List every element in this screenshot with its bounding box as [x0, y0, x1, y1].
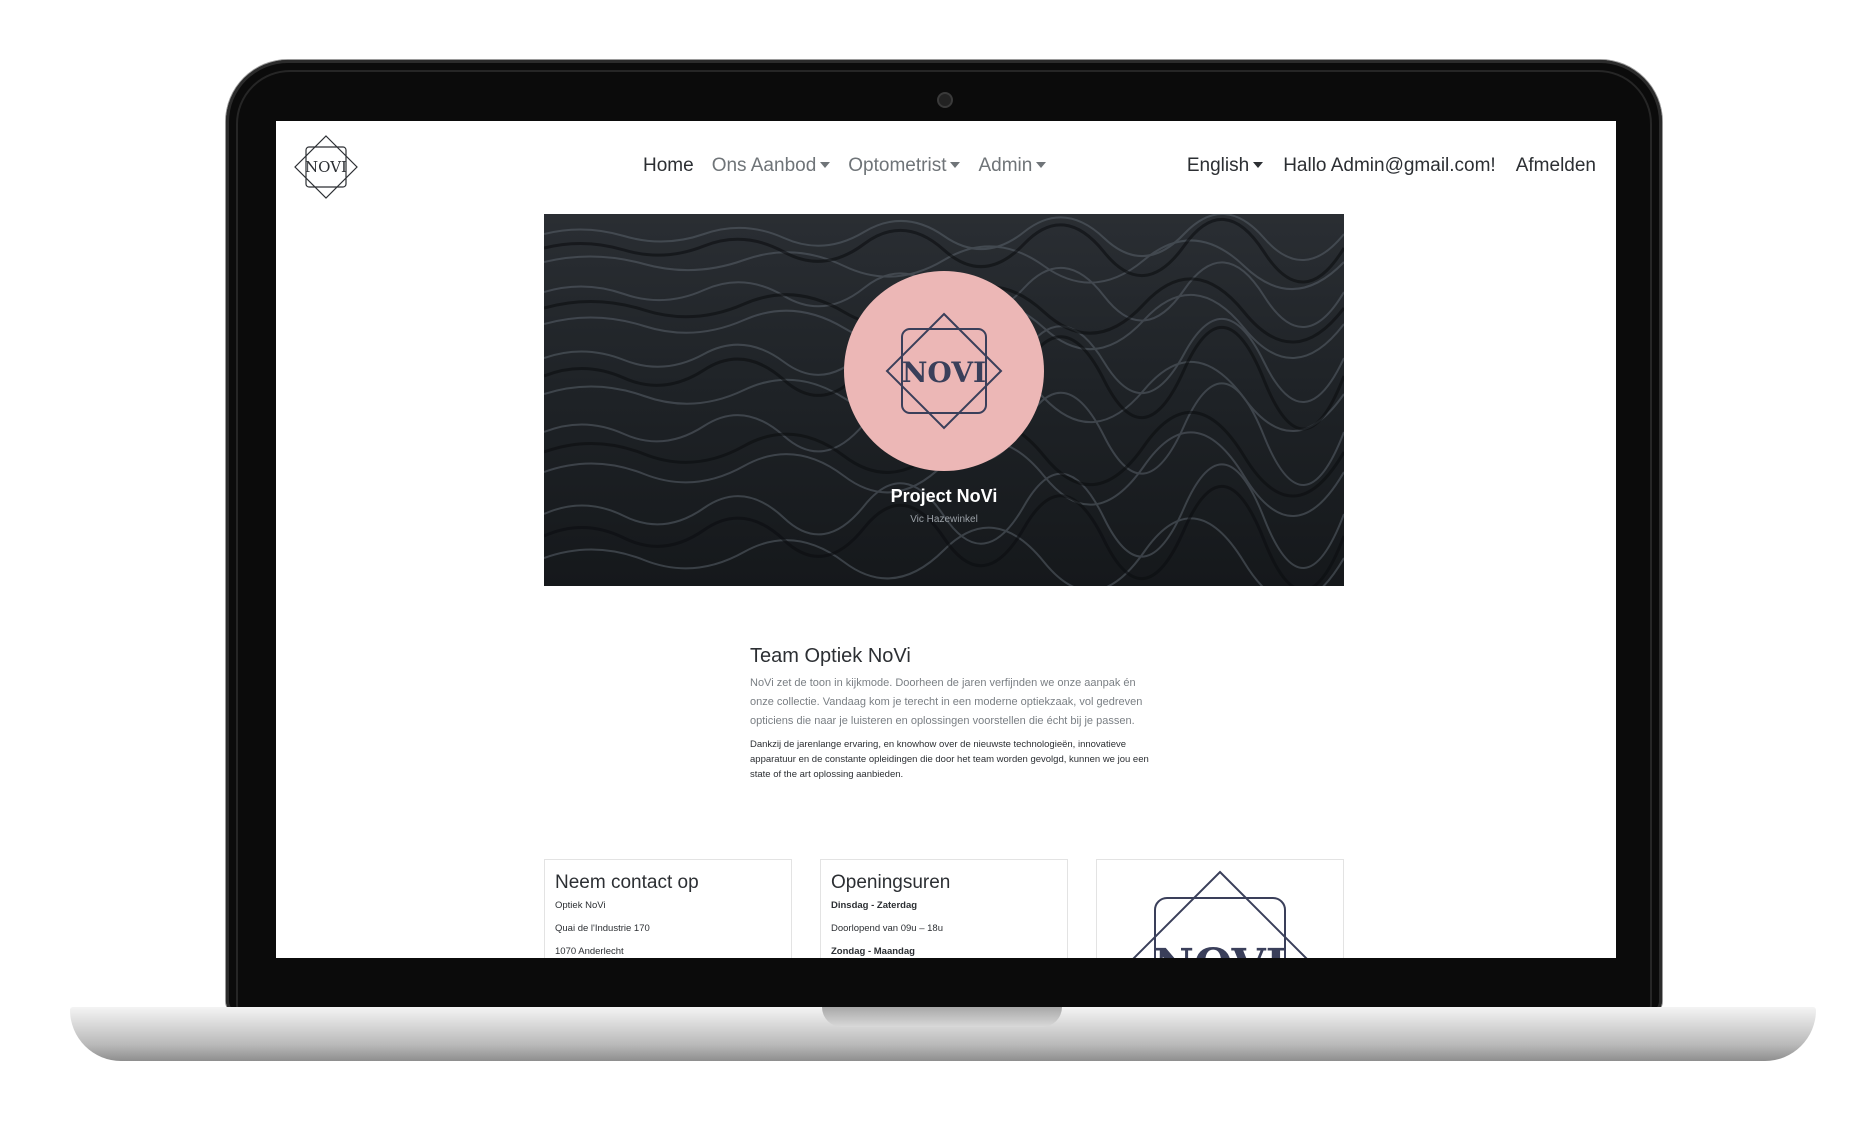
- webcam-icon: [937, 92, 953, 108]
- contact-name: Optiek NoVi: [555, 900, 606, 911]
- hero-logo-text: NOVI: [902, 356, 986, 389]
- hours-days-2: Zondag - Maandag: [831, 946, 915, 957]
- about-paragraph-2: Dankzij de jarenlange ervaring, en knowh…: [750, 739, 1149, 780]
- user-menu: English Hallo Admin@gmail.com! Afmelden: [1187, 155, 1596, 177]
- nav-optometrist[interactable]: Optometrist: [848, 155, 961, 177]
- hero-banner: NOVI Project NoVi Vic Hazewinkel: [544, 214, 1344, 586]
- card-logo-text: NOVI: [1154, 940, 1287, 958]
- about-title: Team Optiek NoVi: [750, 645, 911, 667]
- hero-title: Project NoVi: [890, 486, 998, 506]
- navbar: NOVI Home Ons Aanbod Optometrist Admin E…: [276, 121, 1616, 211]
- caret-down-icon: [1036, 162, 1047, 168]
- nav-ons-aanbod-label: Ons Aanbod: [711, 155, 817, 176]
- contact-street: Quai de l'Industrie 170: [555, 923, 650, 934]
- contact-city: 1070 Anderlecht: [555, 946, 624, 957]
- hours-title: Openingsuren: [831, 872, 951, 893]
- hero-logo-circle: NOVI: [844, 271, 1044, 471]
- laptop-notch: [822, 1007, 1062, 1027]
- contact-title: Neem contact op: [555, 872, 699, 893]
- about-section: Team Optiek NoVi NoVi zet de toon in kij…: [750, 645, 1150, 782]
- caret-down-icon: [950, 162, 961, 168]
- hero-subtitle: Vic Hazewinkel: [910, 514, 978, 525]
- novi-logo-icon: NOVI: [885, 312, 1003, 430]
- nav-home[interactable]: Home: [643, 155, 694, 177]
- language-label: English: [1186, 155, 1250, 176]
- user-greeting[interactable]: Hallo Admin@gmail.com!: [1283, 155, 1496, 177]
- nav-admin[interactable]: Admin: [978, 155, 1047, 177]
- hours-days-1: Dinsdag - Zaterdag: [831, 900, 918, 911]
- language-dropdown[interactable]: English: [1186, 155, 1264, 177]
- novi-card-logo-icon: NOVI: [1132, 870, 1308, 958]
- browser-screen: NOVI Home Ons Aanbod Optometrist Admin E…: [276, 121, 1616, 958]
- hours-time-1: Doorlopend van 09u – 18u: [831, 923, 943, 934]
- nav-optometrist-label: Optometrist: [848, 155, 947, 176]
- novi-logo[interactable]: NOVI: [292, 133, 360, 201]
- nav-admin-label: Admin: [978, 155, 1033, 176]
- logo-text: NOVI: [305, 158, 347, 176]
- opening-hours-card: Openingsuren Dinsdag - Zaterdag Doorlope…: [820, 859, 1068, 958]
- main-menu: Home Ons Aanbod Optometrist Admin: [643, 155, 1047, 177]
- about-paragraph-1: NoVi zet de toon in kijkmode. Doorheen d…: [750, 677, 1143, 727]
- logout-link[interactable]: Afmelden: [1516, 155, 1596, 177]
- caret-down-icon: [820, 162, 831, 168]
- caret-down-icon: [1253, 162, 1264, 168]
- nav-ons-aanbod[interactable]: Ons Aanbod: [712, 155, 831, 177]
- logo-card: NOVI: [1096, 859, 1344, 958]
- contact-card: Neem contact op Optiek NoVi Quai de l'In…: [544, 859, 792, 958]
